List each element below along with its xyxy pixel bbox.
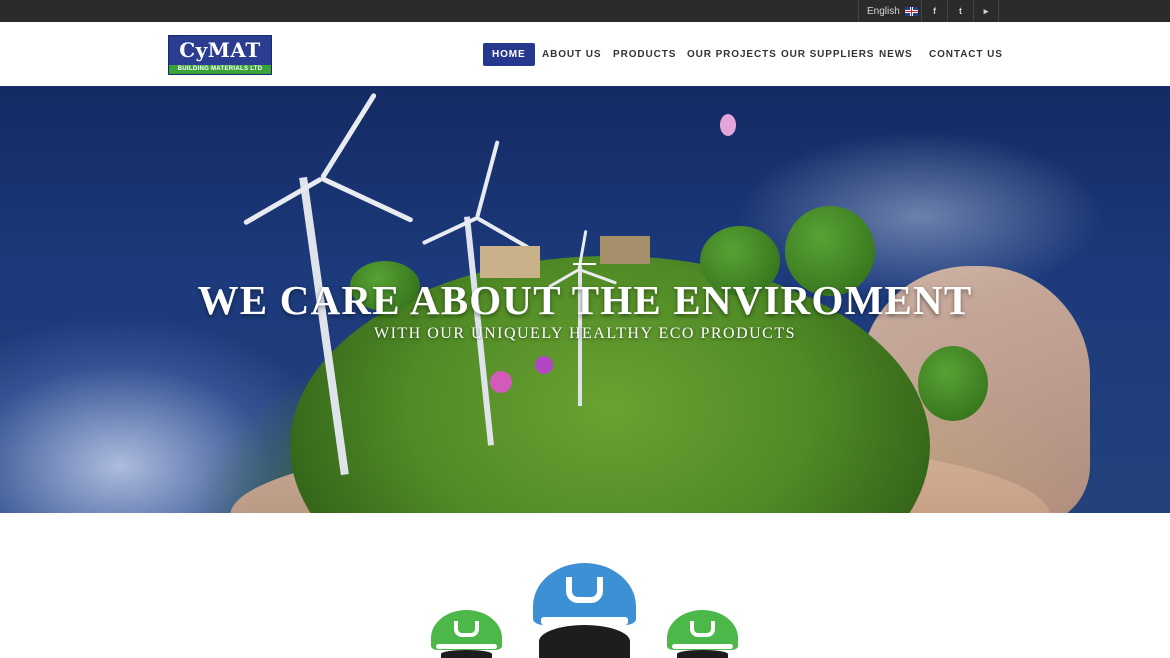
logo-wordmark: CyMAT [179,38,261,62]
turbine-blade [475,140,500,219]
house-image [480,246,540,278]
tree-image [918,346,988,421]
turbine-blade [476,216,530,250]
helmet-green-icon [667,610,738,658]
turbine-blade [320,176,414,224]
nav-our-suppliers[interactable]: OUR SUPPLIERS [781,43,874,66]
top-bar: English f t ▸ [0,0,1170,22]
balloon-image [720,114,736,136]
helmet-blue-icon [533,563,636,658]
language-selector[interactable]: English [858,0,922,22]
nav-home[interactable]: HOME [483,43,535,66]
facebook-icon[interactable]: f [921,0,947,22]
hero-banner: WE CARE ABOUT THE ENVIROMENT WITH OUR UN… [0,86,1170,513]
youtube-icon[interactable]: ▸ [973,0,999,22]
cymat-logo[interactable]: CyMAT BUILDING MATERIALS LTD [168,35,272,75]
twitter-icon[interactable]: t [947,0,973,22]
site-header: CyMAT BUILDING MATERIALS LTD HOME ABOUT … [0,22,1170,86]
flower-image [535,356,553,374]
language-label: English [867,5,900,17]
nav-news[interactable]: NEWS [879,43,913,66]
hero-title: WE CARE ABOUT THE ENVIROMENT [197,277,973,323]
hero-subtitle: WITH OUR UNIQUELY HEALTHY ECO PRODUCTS [373,325,797,342]
nav-products[interactable]: PRODUCTS [613,43,676,66]
nav-our-projects[interactable]: OUR PROJECTS [687,43,777,66]
nav-contact-us[interactable]: CONTACT US [929,43,1003,66]
uk-flag-icon [904,6,918,16]
nav-about-us[interactable]: ABOUT US [542,43,601,66]
logo-tagline: BUILDING MATERIALS LTD [169,65,271,74]
house-image [600,236,650,264]
flower-image [490,371,512,393]
helmet-green-icon [431,610,502,658]
hero-divider [573,263,596,265]
turbine-blade [319,92,378,180]
